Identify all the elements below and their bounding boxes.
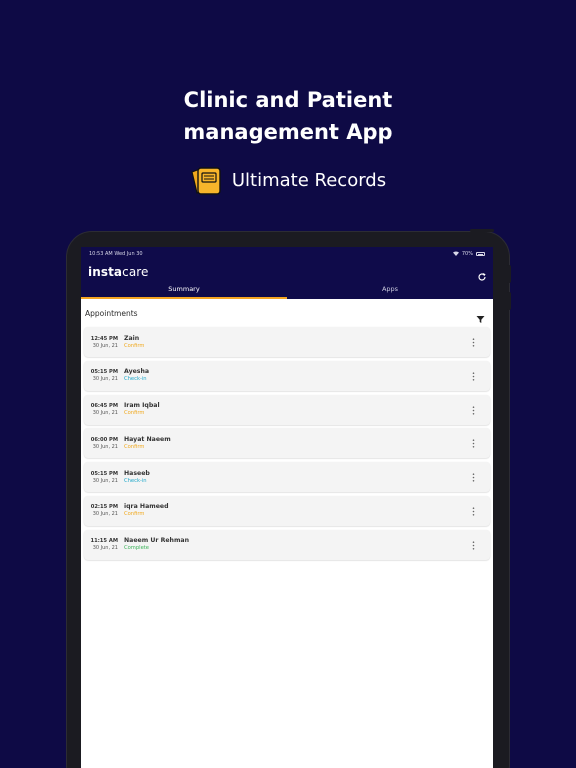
patient-name: Zain bbox=[124, 334, 140, 342]
more-vert-icon[interactable] bbox=[472, 372, 475, 381]
patient-name: Hayat Naeem bbox=[124, 435, 171, 443]
appointment-card[interactable]: 02:15 PM 30 Jun, 21 iqra Hameed Confirm bbox=[84, 495, 490, 526]
power-button bbox=[507, 292, 511, 310]
more-vert-icon[interactable] bbox=[472, 338, 475, 347]
battery-icon bbox=[476, 252, 485, 256]
more-vert-icon[interactable] bbox=[472, 439, 475, 448]
appointment-status: Confirm bbox=[124, 342, 145, 349]
appointment-card[interactable]: 06:45 PM 30 Jun, 21 Iram Iqbal Confirm bbox=[84, 394, 490, 425]
appointment-date: 30 Jun, 21 bbox=[92, 477, 118, 484]
promo-title-line1: Clinic and Patient bbox=[183, 88, 393, 112]
appointment-date: 30 Jun, 21 bbox=[92, 511, 118, 518]
more-vert-icon[interactable] bbox=[472, 405, 475, 415]
promo-title-line2: management App bbox=[183, 120, 393, 144]
appointment-card[interactable]: 12:45 PM 30 Jun, 21 Zain Confirm bbox=[84, 327, 490, 357]
appointment-status: Confirm bbox=[124, 410, 145, 417]
appointments-header: Appointments bbox=[81, 299, 493, 327]
appointments-title: Appointments bbox=[85, 308, 138, 318]
appointment-time: 06:00 PM bbox=[90, 436, 118, 443]
patient-name: iqra Hameed bbox=[124, 503, 169, 511]
wifi-icon bbox=[452, 251, 459, 258]
appointment-status: Check-in bbox=[124, 376, 147, 383]
appointment-time: 06:45 PM bbox=[90, 403, 118, 410]
appointment-date: 30 Jun, 21 bbox=[92, 545, 118, 552]
app-screen: 10:53 AM Wed Jun 30 70% instacare Summar… bbox=[81, 247, 493, 768]
tab-bar: Summary Apps bbox=[81, 283, 493, 299]
volume-button bbox=[507, 265, 511, 283]
appointment-time: 02:15 PM bbox=[90, 504, 118, 511]
appointment-card[interactable]: 11:15 AM 30 Jun, 21 Naeem Ur Rehman Comple… bbox=[84, 529, 490, 560]
app-logo: instacare bbox=[88, 265, 149, 279]
appointment-status: Complete bbox=[124, 545, 150, 552]
appointment-status: Check-in bbox=[124, 477, 147, 484]
appointment-date: 30 Jun, 21 bbox=[92, 410, 118, 417]
appointment-date: 30 Jun, 21 bbox=[92, 376, 118, 383]
tab-summary[interactable]: Summary bbox=[81, 283, 287, 299]
appointment-list: 12:45 PM 30 Jun, 21 Zain Confirm 05:15 PM 3… bbox=[81, 327, 493, 560]
more-vert-icon[interactable] bbox=[472, 541, 475, 550]
tab-apps[interactable]: Apps bbox=[287, 283, 493, 299]
refresh-icon[interactable] bbox=[477, 267, 487, 281]
appointment-time: 05:15 PM bbox=[90, 369, 118, 376]
battery-percent: 70% bbox=[461, 251, 473, 257]
appointment-card[interactable]: 06:00 PM 30 Jun, 21 Hayat Naeem Confirm bbox=[84, 428, 490, 459]
more-vert-icon[interactable] bbox=[472, 473, 475, 482]
patient-name: Iram Iqbal bbox=[124, 402, 160, 410]
appointment-date: 30 Jun, 21 bbox=[92, 443, 118, 450]
appointment-time: 12:45 PM bbox=[90, 335, 118, 342]
status-time: 10:53 AM Wed Jun 30 bbox=[89, 251, 143, 257]
filter-icon[interactable] bbox=[476, 309, 485, 323]
appointment-time: 11:15 AM bbox=[90, 538, 119, 545]
promo-subtitle-text: Ultimate Records bbox=[231, 169, 387, 191]
more-vert-icon[interactable] bbox=[472, 507, 475, 516]
appointment-status: Confirm bbox=[124, 443, 145, 450]
patient-name: Haseeb bbox=[124, 469, 150, 477]
appointment-card[interactable]: 05:15 PM 30 Jun, 21 Haseeb Check-in bbox=[84, 462, 490, 493]
top-button bbox=[470, 229, 494, 232]
promo-title: Clinic and Patient management App bbox=[0, 84, 576, 148]
promo-subtitle: Ultimate Records bbox=[0, 164, 576, 196]
appointment-time: 05:15 PM bbox=[90, 470, 118, 477]
appointment-status: Confirm bbox=[124, 511, 145, 518]
patient-name: Ayesha bbox=[124, 368, 150, 376]
patient-name: Naeem Ur Rehman bbox=[124, 537, 189, 545]
records-folder-icon bbox=[190, 164, 224, 196]
status-bar: 10:53 AM Wed Jun 30 70% bbox=[81, 247, 493, 261]
appointment-date: 30 Jun, 21 bbox=[92, 342, 118, 349]
appointment-card[interactable]: 05:15 PM 30 Jun, 21 Ayesha Check-in bbox=[84, 360, 490, 391]
